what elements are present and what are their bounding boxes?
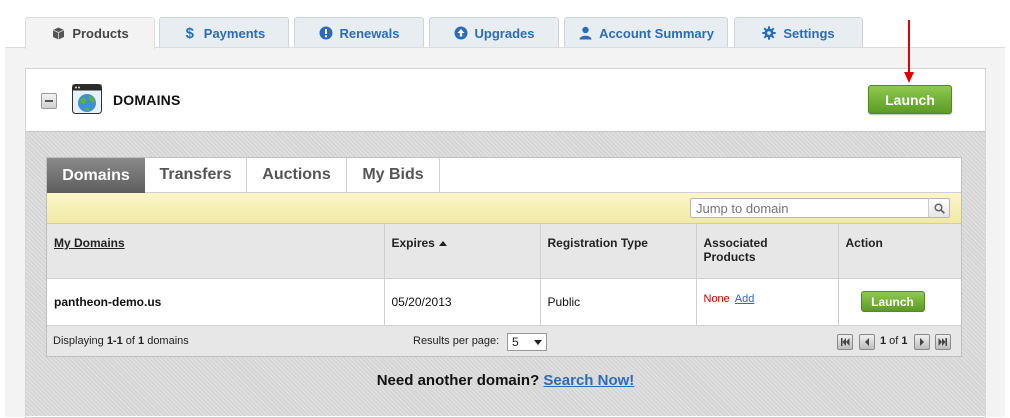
col-associated-label-1: Associated: [703, 236, 768, 250]
gear-icon: [762, 26, 777, 40]
chevron-down-icon: [534, 340, 542, 345]
subtab-transfers[interactable]: Transfers: [145, 158, 247, 192]
products-panel: DOMAINS Launch Domains Transfers Auction…: [5, 47, 1005, 418]
col-my-domains[interactable]: My Domains: [47, 224, 385, 279]
user-icon: [578, 26, 592, 40]
col-expires[interactable]: Expires: [384, 224, 541, 279]
row-launch-button[interactable]: Launch: [860, 291, 925, 312]
jump-to-domain-input[interactable]: [690, 198, 930, 218]
display-suffix: domains: [144, 335, 189, 347]
card-title: DOMAINS: [113, 92, 181, 108]
results-per-page-value: 5: [512, 335, 519, 349]
tab-renewals[interactable]: Renewals: [294, 17, 424, 48]
chevron-right-icon: [920, 338, 924, 346]
display-prefix: Displaying: [53, 335, 107, 347]
results-per-page-select[interactable]: 5: [507, 333, 547, 351]
search-button[interactable]: [928, 198, 950, 218]
tab-account-summary[interactable]: Account Summary: [564, 17, 728, 48]
col-action: Action: [838, 224, 961, 279]
product-tab-bar: Products $ Payments Renewals Upgrades Ac…: [0, 0, 1010, 49]
box-icon: [51, 27, 65, 41]
annotation-arrow-icon: [904, 20, 914, 83]
tab-products-label: Products: [72, 26, 129, 41]
domain-subtabs: Domains Transfers Auctions My Bids: [47, 158, 961, 193]
need-another-domain: Need another domain? Search Now!: [26, 372, 985, 389]
tab-upgrades-label: Upgrades: [474, 25, 535, 41]
tab-settings[interactable]: Settings: [734, 17, 863, 48]
col-action-label: Action: [845, 236, 883, 250]
upgrade-arrow-icon: [454, 26, 468, 40]
domain-name: pantheon-demo.us: [54, 294, 162, 309]
first-page-icon: [841, 338, 850, 346]
col-registration-type: Registration Type: [540, 224, 697, 279]
search-icon: [933, 202, 945, 214]
minus-icon: [45, 100, 53, 102]
search-bar: [47, 193, 961, 224]
last-page-button[interactable]: [935, 334, 951, 350]
tab-products[interactable]: Products: [25, 17, 155, 49]
page-indicator: 1 of 1: [880, 335, 908, 347]
page-total: 1: [901, 335, 908, 347]
launch-button[interactable]: Launch: [868, 85, 952, 114]
col-my-domains-label[interactable]: My Domains: [54, 236, 125, 250]
table-header-row: My Domains Expires Registration Type Ass…: [47, 224, 961, 279]
col-associated-label-2: Products: [703, 250, 756, 264]
page-of: of: [886, 335, 902, 347]
col-registration-label: Registration Type: [547, 236, 648, 250]
display-count: Displaying 1-1 of 1 domains: [53, 335, 189, 347]
col-associated-products: Associated Products: [696, 224, 839, 279]
expires-date: 05/20/2013: [391, 294, 452, 309]
next-page-button[interactable]: [914, 334, 930, 350]
table-row: pantheon-demo.us 05/20/2013 Public None A…: [47, 278, 961, 326]
tab-settings-label: Settings: [783, 25, 835, 41]
display-mid: of: [122, 335, 139, 347]
domains-content-area: Domains Transfers Auctions My Bids My Do…: [26, 131, 985, 416]
tab-renewals-label: Renewals: [339, 25, 400, 41]
domains-globe-icon: [72, 84, 102, 114]
chevron-left-icon: [865, 338, 869, 346]
search-now-link[interactable]: Search Now!: [543, 372, 634, 389]
prev-page-button[interactable]: [859, 334, 875, 350]
col-expires-label: Expires: [391, 236, 435, 250]
results-per-page-label: Results per page:: [413, 335, 500, 347]
subtab-domains[interactable]: Domains: [47, 158, 145, 193]
domains-manager: Domains Transfers Auctions My Bids My Do…: [46, 157, 962, 357]
subtab-my-bids[interactable]: My Bids: [347, 158, 440, 192]
alert-icon: [319, 26, 333, 40]
domains-card: DOMAINS Launch Domains Transfers Auction…: [25, 68, 986, 418]
tab-payments-label: Payments: [203, 25, 266, 41]
last-page-icon: [938, 338, 947, 346]
display-range: 1-1: [106, 335, 123, 347]
add-product-link[interactable]: Add: [735, 293, 755, 305]
pagination-bar: Displaying 1-1 of 1 domains Results per …: [47, 326, 961, 356]
subtab-auctions[interactable]: Auctions: [247, 158, 347, 192]
registration-type: Public: [547, 294, 581, 309]
dollar-icon: $: [185, 24, 194, 42]
tab-account-summary-label: Account Summary: [599, 25, 714, 41]
tab-upgrades[interactable]: Upgrades: [429, 17, 559, 48]
associated-none: None: [703, 292, 730, 305]
tab-payments[interactable]: $ Payments: [159, 17, 289, 48]
sort-ascending-icon: [438, 241, 447, 247]
need-another-domain-text: Need another domain?: [376, 372, 540, 389]
first-page-button[interactable]: [837, 334, 853, 350]
domains-card-header: DOMAINS Launch: [26, 69, 985, 131]
collapse-toggle-button[interactable]: [41, 93, 57, 109]
domains-table: My Domains Expires Registration Type Ass…: [47, 224, 961, 326]
